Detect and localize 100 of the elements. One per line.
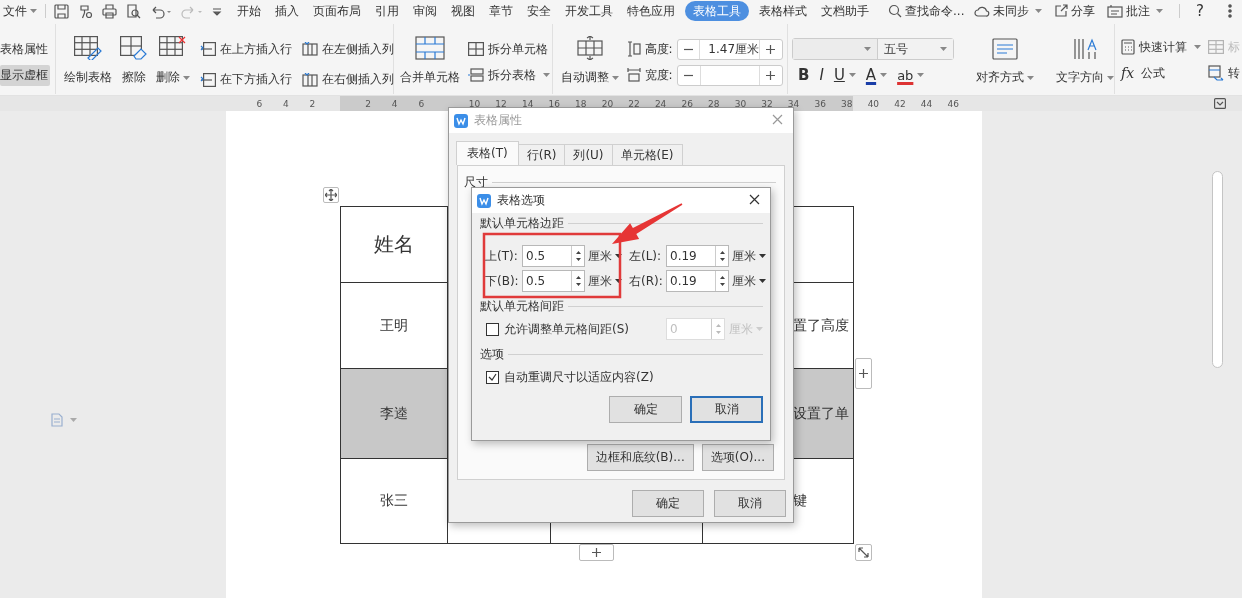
format-button[interactable]: I [819,66,824,84]
check-icon [488,373,497,381]
menu-tab[interactable]: 引用 [374,1,400,21]
height-field[interactable]: 1.47厘米 [676,38,783,60]
checkbox[interactable] [486,370,499,384]
convert-icon [1208,65,1224,81]
spin-arrows-icon[interactable] [575,250,581,262]
format-painter-icon[interactable] [78,3,93,19]
quick-calc-button[interactable]: 快速计算 [1119,37,1203,57]
dialog-button[interactable]: 取消 [690,396,763,423]
font-size-dropdown[interactable]: 五号 [877,39,953,59]
width-label: 宽度: [644,66,673,84]
menu-tab[interactable]: 安全 [526,1,552,21]
menu-tab[interactable]: 页面布局 [312,1,362,21]
spin-arrows-icon[interactable] [719,275,725,287]
caret-icon [759,279,766,283]
dialog-button[interactable]: 取消 [714,490,786,517]
unit-dropdown[interactable]: 厘米 [732,247,766,265]
sync-button[interactable]: 未同步 [974,2,1043,20]
dialog-tab[interactable]: 单元格(E) [611,144,683,165]
dialog-tab[interactable]: 表格(T) [456,141,519,165]
format-button[interactable]: B [798,66,810,84]
split-cells-button[interactable]: 拆分单元格 [465,39,552,59]
table-properties-button[interactable]: 表格属性 [0,39,50,59]
ruler-number: 34 [786,98,801,109]
caret-icon [70,418,77,422]
format-button[interactable]: ab [897,67,925,83]
ruler-number: 14 [520,98,535,109]
menu-tab[interactable]: 开发工具 [564,1,614,21]
dialog-button[interactable]: 确定 [609,396,682,423]
print-icon[interactable] [102,3,117,19]
move-handle-icon[interactable] [323,187,339,203]
dialog-button[interactable]: 确定 [632,490,704,517]
comment-button[interactable]: 批注 [1107,2,1164,20]
draw-table-button[interactable]: 绘制表格 [63,36,112,92]
share-button[interactable]: 分享 [1054,2,1096,20]
help-button[interactable]: ? [1196,2,1204,20]
eraser-icon [119,36,148,60]
file-menu[interactable]: 文件 [3,2,37,20]
menu-tab[interactable]: 章节 [488,1,514,21]
merge-cells-button[interactable]: 合并单元格 [399,36,460,92]
dialog-button[interactable]: 边框和底纹(B)... [586,444,694,471]
dialog-title: 表格属性 [474,112,522,129]
dialog-button[interactable]: 选项(O)... [701,444,774,471]
number-field[interactable]: 0.19 [666,245,729,267]
scroll-thumb[interactable] [1212,171,1223,368]
insert-button[interactable]: 在下方插入行 [197,69,294,90]
number-field[interactable]: 0.5 [522,270,585,292]
text-direction-button[interactable]: 文字方向 [1056,36,1114,92]
convert-button[interactable]: 转 [1206,63,1242,83]
show-gridlines-button[interactable]: 显示虚框 [0,65,50,86]
spin-arrows-icon[interactable] [575,275,581,287]
more-icon[interactable] [1228,4,1232,18]
menu-tab[interactable]: 视图 [450,1,476,21]
erase-button[interactable]: 擦除 [119,36,148,92]
unit-dropdown[interactable]: 厘米 [588,247,622,265]
insert-button[interactable]: 在左侧插入列 [299,39,396,59]
align-button[interactable]: 对齐方式 [976,36,1034,92]
ruler-number: 42 [893,98,907,109]
menu-tab[interactable]: 插入 [274,1,300,21]
menu-tab[interactable]: 表格样式 [758,1,808,21]
caret-icon [880,73,888,77]
ruler-number: 4 [282,98,290,109]
number-field[interactable]: 0.19 [666,270,729,292]
insert-button[interactable]: 在上方插入行 [197,39,294,59]
resize-arrows-icon [858,547,869,558]
caret-icon [1194,45,1201,49]
comment-icon [1107,4,1124,18]
pointer-arrow [612,203,683,244]
width-field[interactable] [676,64,783,86]
ruler-number: 22 [627,98,641,109]
save-icon[interactable] [54,3,69,19]
add-column-button[interactable] [855,358,872,389]
menu-tab[interactable]: 开始 [236,1,262,21]
table-cell: 李逵 [340,368,448,459]
insert-row-icon [199,72,216,87]
print-preview-icon[interactable] [126,3,141,19]
ruler-toggle-icon[interactable] [1214,98,1226,109]
format-button[interactable]: A [865,66,888,84]
menu-tab[interactable]: 文档助手 [820,1,870,21]
insert-column-icon [301,42,318,56]
ruler-number: 6 [417,98,426,109]
add-row-button[interactable] [579,544,614,561]
insert-button[interactable]: 在右侧插入列 [299,69,396,90]
close-icon[interactable] [749,193,760,205]
split-table-button[interactable]: 拆分表格 [465,65,552,85]
resize-handle[interactable] [855,544,872,561]
spin-arrows-icon[interactable] [719,250,725,262]
menu-tab[interactable]: 特色应用 [626,1,676,21]
caret-icon [615,254,622,258]
number-field[interactable]: 0.5 [522,245,585,267]
command-search[interactable]: 查找命令... [888,2,965,20]
cloud-icon [974,4,991,18]
unit-dropdown[interactable]: 厘米 [588,272,622,290]
delete-button[interactable]: 删除 [155,36,190,92]
checkbox-label: 自动重调尺寸以适应内容(Z) [504,368,654,386]
auto-fit-button[interactable]: 自动调整 [560,36,619,92]
menu-tab[interactable]: 审阅 [412,1,438,21]
formula-button[interactable]: fx 公式 [1119,63,1203,83]
format-button[interactable]: U [833,66,856,84]
